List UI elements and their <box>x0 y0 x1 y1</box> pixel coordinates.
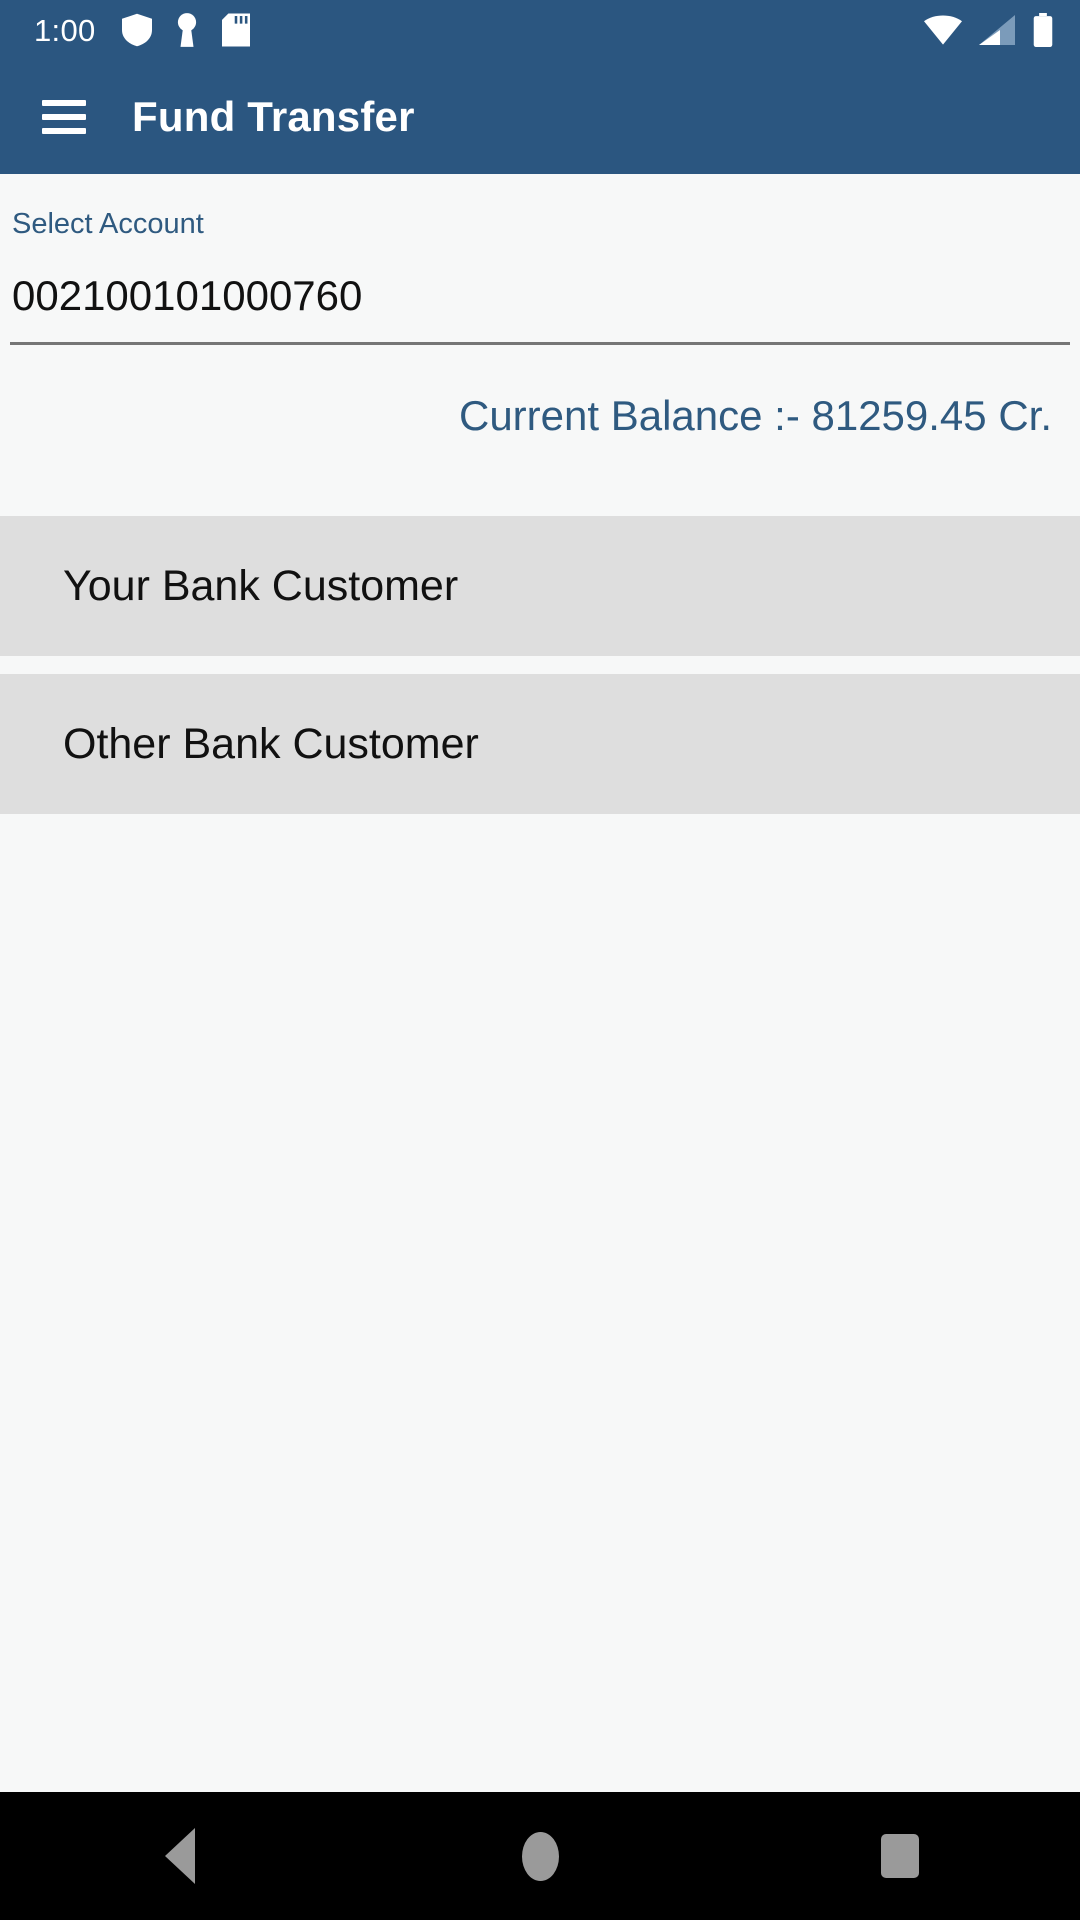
option-label: Other Bank Customer <box>63 719 479 768</box>
sd-card-icon <box>221 13 250 47</box>
shield-icon <box>121 13 152 47</box>
back-button[interactable] <box>60 1792 300 1920</box>
status-clock: 1:00 <box>34 12 96 48</box>
current-balance-row: Current Balance :- 81259.45 Cr. <box>0 345 1080 439</box>
battery-icon <box>1033 13 1053 47</box>
status-right-icons <box>924 13 1054 47</box>
wifi-icon <box>924 15 962 45</box>
option-label: Your Bank Customer <box>63 561 459 610</box>
select-account-field[interactable]: Select Account 002100101000760 <box>0 174 1080 345</box>
recents-button[interactable] <box>780 1792 1020 1920</box>
current-balance-text: Current Balance :- 81259.45 Cr. <box>458 392 1052 439</box>
main-content: Select Account 002100101000760 Current B… <box>0 174 1080 1792</box>
page-title: Fund Transfer <box>132 93 415 140</box>
cellular-signal-icon <box>979 15 1015 45</box>
home-circle-icon <box>521 1831 559 1881</box>
hamburger-menu-icon[interactable] <box>42 100 86 134</box>
back-triangle-icon <box>165 1828 195 1884</box>
option-your-bank-customer[interactable]: Your Bank Customer <box>0 516 1080 657</box>
hamburger-bar-2 <box>42 114 86 120</box>
transfer-options-list: Your Bank Customer Other Bank Customer <box>0 516 1080 815</box>
system-navigation-bar <box>0 1792 1080 1920</box>
recents-square-icon <box>881 1834 919 1878</box>
select-account-label: Select Account <box>12 208 204 240</box>
keyhole-vpn-icon <box>177 13 196 47</box>
select-account-value[interactable]: 002100101000760 <box>10 275 1070 317</box>
hamburger-bar-3 <box>42 128 86 134</box>
phone-screen: 1:00 Fund Transfer Select Account 002100… <box>0 0 1080 1920</box>
status-bar: 1:00 <box>0 0 1080 60</box>
hamburger-bar-1 <box>42 100 86 106</box>
home-button[interactable] <box>420 1792 660 1920</box>
option-other-bank-customer[interactable]: Other Bank Customer <box>0 674 1080 815</box>
app-bar: Fund Transfer <box>0 60 1080 174</box>
status-left-icons <box>121 13 250 47</box>
